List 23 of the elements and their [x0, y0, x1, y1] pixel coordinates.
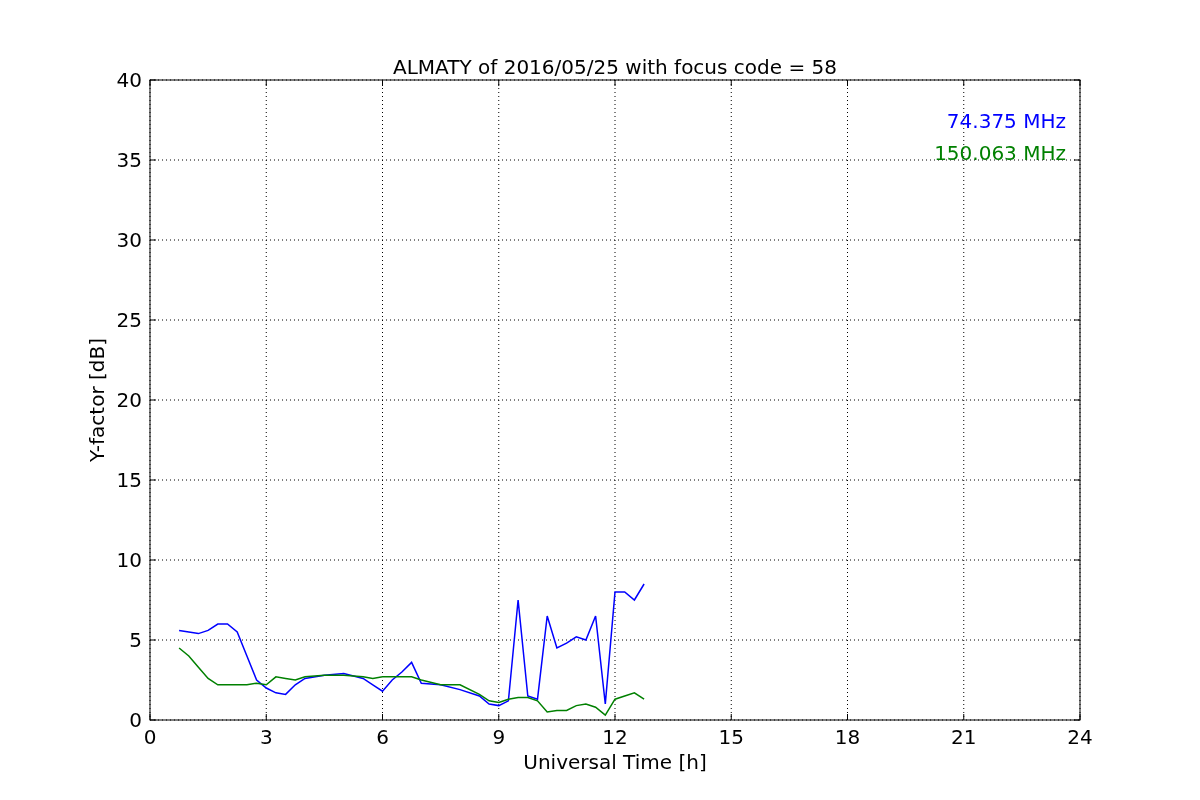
y-tick-label: 40 [116, 68, 142, 92]
y-tick-label: 10 [116, 548, 142, 572]
y-tick-label: 5 [129, 628, 142, 652]
x-tick-label: 21 [951, 725, 977, 749]
x-tick-label: 12 [602, 725, 628, 749]
x-tick-label: 0 [143, 725, 157, 749]
legend-label: 150.063 MHz [934, 141, 1066, 165]
x-tick-label: 3 [259, 725, 273, 749]
y-tick-label: 20 [116, 388, 142, 412]
x-axis-label: Universal Time [h] [523, 750, 707, 774]
y-axis-label: Y-factor [dB] [85, 338, 109, 462]
x-tick-label: 18 [834, 725, 861, 749]
y-tick-label: 15 [116, 468, 142, 492]
chart-title: ALMATY of 2016/05/25 with focus code = 58 [393, 55, 837, 79]
y-tick-label: 35 [116, 148, 142, 172]
legend-label: 74.375 MHz [946, 109, 1066, 133]
y-tick-label: 0 [129, 708, 142, 732]
x-tick-label: 24 [1067, 725, 1093, 749]
x-tick-label: 6 [376, 725, 389, 749]
y-tick-label: 30 [116, 228, 142, 252]
x-tick-label: 9 [492, 725, 506, 749]
x-tick-label: 15 [718, 725, 744, 749]
y-tick-label: 25 [116, 308, 142, 332]
